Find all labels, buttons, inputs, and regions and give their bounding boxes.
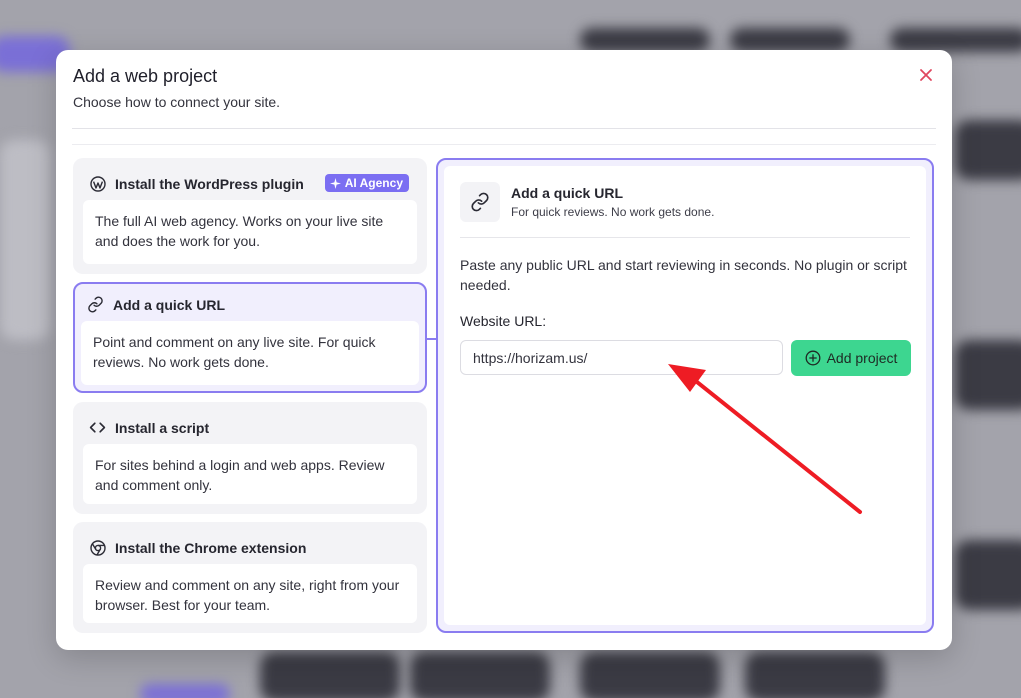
modal-subtitle: Choose how to connect your site. [73, 94, 281, 110]
close-button[interactable] [918, 67, 934, 83]
option-install-script[interactable]: Install a script For sites behind a logi… [73, 402, 427, 514]
close-icon [920, 69, 932, 81]
header-divider [72, 128, 936, 129]
option-description: The full AI web agency. Works on your li… [83, 200, 417, 264]
panel-subtitle: For quick reviews. No work gets done. [511, 205, 715, 219]
link-icon [460, 182, 500, 222]
website-url-label: Website URL: [460, 313, 547, 329]
website-url-input[interactable] [460, 340, 783, 375]
code-icon [89, 419, 106, 436]
chrome-icon [89, 539, 106, 556]
option-description: For sites behind a login and web apps. R… [83, 444, 417, 504]
wordpress-icon [89, 175, 106, 192]
header-divider-secondary [72, 144, 936, 145]
sparkle-icon [329, 177, 341, 189]
option-title: Install a script [115, 419, 210, 436]
ai-agency-badge: AI Agency [324, 174, 409, 192]
selection-connector [427, 338, 436, 340]
quick-url-panel: Add a quick URL For quick reviews. No wo… [436, 158, 934, 633]
modal-title: Add a web project [73, 66, 218, 86]
option-title: Install the WordPress plugin [115, 175, 304, 192]
add-web-project-modal: Add a web project Choose how to connect … [56, 50, 952, 650]
option-wordpress-plugin[interactable]: Install the WordPress plugin AI Agency T… [73, 158, 427, 274]
panel-description: Paste any public URL and start reviewing… [460, 257, 907, 293]
option-title: Add a quick URL [113, 296, 226, 313]
option-title: Install the Chrome extension [115, 539, 307, 556]
panel-divider [460, 237, 910, 238]
link-icon [87, 296, 104, 313]
panel-title: Add a quick URL [511, 185, 624, 201]
option-quick-url[interactable]: Add a quick URL Point and comment on any… [73, 282, 427, 393]
plus-circle-icon [805, 350, 821, 366]
add-project-button[interactable]: Add project [791, 340, 911, 376]
option-description: Review and comment on any site, right fr… [83, 564, 417, 623]
option-chrome-extension[interactable]: Install the Chrome extension Review and … [73, 522, 427, 633]
option-description: Point and comment on any live site. For … [81, 321, 419, 385]
